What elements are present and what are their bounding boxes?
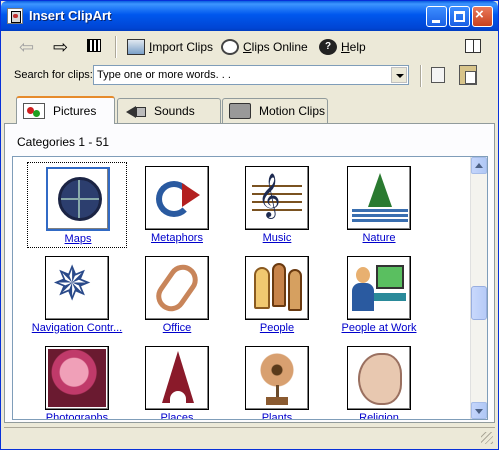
clips-online-icon (221, 39, 239, 55)
help-label: Help (341, 40, 366, 54)
category-item-nature[interactable]: Nature (329, 162, 429, 248)
category-item-plants[interactable]: Plants (227, 342, 327, 419)
toolbar: ⇦ ⇨ Import Clips Clips Online ? Help (5, 33, 495, 61)
tab-motion-clips-label: Motion Clips (259, 104, 326, 118)
all-categories-icon[interactable] (87, 39, 101, 52)
category-caption[interactable]: Places (127, 412, 227, 419)
maximize-icon (454, 11, 465, 22)
category-caption[interactable]: Metaphors (127, 232, 227, 244)
import-clips-label: Import Clips (149, 40, 214, 54)
search-separator (420, 65, 422, 87)
minimize-icon (432, 20, 440, 23)
photograph-icon (45, 346, 109, 410)
people-at-work-icon (347, 256, 411, 320)
motion-clips-icon (229, 103, 251, 119)
globe-icon (46, 167, 110, 231)
category-gallery: Maps Metaphors 𝄞 Music Nature ✵ Navigati… (12, 156, 488, 420)
category-caption[interactable]: Photographs (27, 412, 127, 419)
music-icon: 𝄞 (245, 166, 309, 230)
people-icon (245, 256, 309, 320)
metaphor-icon (145, 166, 209, 230)
sounds-icon (124, 103, 146, 119)
tab-pictures[interactable]: Pictures (16, 96, 115, 124)
scroll-thumb[interactable] (471, 286, 487, 320)
compass-star-icon: ✵ (45, 256, 109, 320)
clipart-app-icon (7, 8, 23, 24)
back-arrow-icon[interactable]: ⇦ (19, 36, 34, 58)
category-caption[interactable]: Office (127, 322, 227, 334)
search-dropdown-button[interactable] (391, 67, 407, 83)
toolbar-separator (115, 36, 117, 58)
eiffel-tower-icon (145, 346, 209, 410)
category-item-navigation-controls[interactable]: ✵ Navigation Contr... (27, 252, 127, 338)
help-button[interactable]: ? Help (319, 36, 366, 58)
tab-pictures-label: Pictures (53, 104, 97, 118)
category-item-religion[interactable]: Religion (329, 342, 429, 419)
category-caption[interactable]: Nature (329, 232, 429, 244)
tab-sounds-label: Sounds (154, 104, 195, 118)
clips-online-label: Clips Online (243, 40, 308, 54)
change-pane-icon[interactable] (465, 39, 481, 53)
status-bar (4, 427, 495, 446)
scroll-down-button[interactable] (471, 402, 487, 419)
resize-grip-icon[interactable] (481, 432, 493, 444)
copy-icon[interactable] (431, 67, 445, 83)
category-caption[interactable]: Music (227, 232, 327, 244)
title-bar[interactable]: Insert ClipArt × (1, 1, 498, 31)
tab-motion-clips[interactable]: Motion Clips (222, 98, 328, 123)
category-item-people-at-work[interactable]: People at Work (329, 252, 429, 338)
close-button[interactable]: × (472, 6, 493, 27)
category-caption[interactable]: Religion (329, 412, 429, 419)
category-item-places[interactable]: Places (127, 342, 227, 419)
search-combobox[interactable] (93, 65, 409, 85)
import-clips-icon (127, 39, 145, 55)
close-icon: × (475, 6, 484, 23)
search-input[interactable] (94, 66, 389, 84)
scroll-up-button[interactable] (471, 157, 487, 174)
tab-sounds[interactable]: Sounds (117, 98, 221, 123)
pictures-icon (23, 103, 45, 119)
category-item-music[interactable]: 𝄞 Music (227, 162, 327, 248)
category-item-photographs[interactable]: Photographs (27, 342, 127, 419)
category-caption[interactable]: Plants (227, 412, 327, 419)
category-item-metaphors[interactable]: Metaphors (127, 162, 227, 248)
search-label: Search for clips: (14, 69, 93, 81)
insert-clipart-window: Insert ClipArt × ⇦ ⇨ Import Clips Clips … (0, 0, 499, 450)
categories-count-label: Categories 1 - 51 (17, 135, 110, 149)
religion-icon (347, 346, 411, 410)
import-clips-button[interactable]: Import Clips (127, 36, 213, 58)
maximize-button[interactable] (449, 6, 470, 27)
forward-arrow-icon[interactable]: ⇨ (53, 36, 68, 58)
window-title: Insert ClipArt (29, 8, 112, 23)
category-item-maps[interactable]: Maps (27, 162, 127, 248)
category-caption[interactable]: Navigation Contr... (27, 322, 127, 334)
help-icon: ? (319, 39, 337, 55)
category-item-office[interactable]: Office (127, 252, 227, 338)
category-caption[interactable]: Maps (28, 233, 128, 245)
category-caption[interactable]: People at Work (329, 322, 429, 334)
vertical-scrollbar[interactable] (470, 157, 487, 419)
minimize-button[interactable] (426, 6, 447, 27)
pictures-panel: Categories 1 - 51 Maps Metaphors 𝄞 Music (4, 123, 495, 423)
category-caption[interactable]: People (227, 322, 327, 334)
nature-icon (347, 166, 411, 230)
paperclip-icon (145, 256, 209, 320)
paste-icon[interactable] (459, 65, 477, 85)
clips-online-button[interactable]: Clips Online (221, 36, 308, 58)
flower-icon (245, 346, 309, 410)
category-item-people[interactable]: People (227, 252, 327, 338)
